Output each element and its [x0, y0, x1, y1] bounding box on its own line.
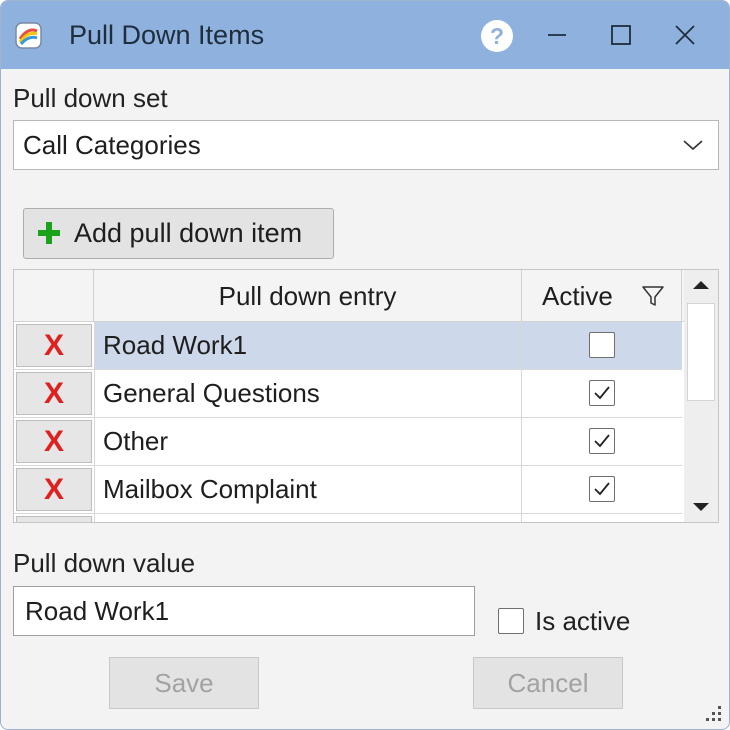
- window-title: Pull Down Items: [69, 20, 265, 50]
- resize-grip-icon[interactable]: [701, 701, 725, 725]
- active-cell: [522, 466, 682, 513]
- app-palette-icon: [15, 22, 42, 49]
- active-checkbox[interactable]: [589, 332, 615, 358]
- cancel-button[interactable]: Cancel: [473, 657, 623, 709]
- table-row-partial[interactable]: [14, 514, 682, 522]
- minimize-button[interactable]: [535, 15, 579, 55]
- pulldown-set-label: Pull down set: [13, 83, 168, 113]
- add-pull-down-item-button[interactable]: Add pull down item: [23, 208, 334, 259]
- table-row[interactable]: X Road Work1: [14, 322, 682, 370]
- active-cell: [522, 322, 682, 369]
- close-button[interactable]: [663, 15, 707, 55]
- delete-button-partial[interactable]: [16, 516, 92, 522]
- entry-cell[interactable]: General Questions: [94, 370, 522, 417]
- delete-x-icon[interactable]: X: [16, 468, 92, 511]
- table-row[interactable]: X General Questions: [14, 370, 682, 418]
- table-row[interactable]: X Mailbox Complaint: [14, 466, 682, 514]
- delete-x-icon[interactable]: X: [16, 420, 92, 463]
- active-checkbox[interactable]: [589, 380, 615, 406]
- table-row[interactable]: X Other: [14, 418, 682, 466]
- plus-icon: [38, 222, 60, 244]
- help-button[interactable]: ?: [481, 20, 513, 52]
- maximize-icon: [611, 25, 631, 45]
- entry-cell[interactable]: Mailbox Complaint: [94, 466, 522, 513]
- active-cell: [522, 418, 682, 465]
- filter-icon[interactable]: [641, 284, 665, 308]
- close-icon: [675, 25, 695, 45]
- title-bar[interactable]: Pull Down Items ?: [1, 1, 729, 69]
- scroll-up-icon[interactable]: [684, 270, 718, 300]
- pulldown-set-value: Call Categories: [23, 130, 201, 160]
- column-header-delete: [14, 270, 94, 322]
- active-checkbox[interactable]: [589, 428, 615, 454]
- active-cell: [522, 514, 682, 522]
- entry-cell[interactable]: [94, 514, 522, 522]
- active-checkbox[interactable]: [589, 476, 615, 502]
- entry-cell[interactable]: Other: [94, 418, 522, 465]
- add-pull-down-item-label: Add pull down item: [74, 218, 303, 248]
- is-active-label[interactable]: Is active: [535, 606, 630, 636]
- scroll-down-icon[interactable]: [684, 492, 718, 522]
- scrollbar-thumb[interactable]: [687, 303, 715, 401]
- active-cell: [522, 370, 682, 417]
- is-active-checkbox[interactable]: [498, 608, 524, 634]
- save-button[interactable]: Save: [109, 657, 259, 709]
- entry-cell[interactable]: Road Work1: [94, 322, 522, 369]
- column-header-entry[interactable]: Pull down entry: [94, 270, 522, 322]
- delete-x-icon[interactable]: X: [16, 372, 92, 415]
- pull-down-items-dialog: Pull Down Items ? Pull down set Call Cat…: [0, 0, 730, 730]
- checkmark-icon: [594, 386, 610, 400]
- pulldown-value-label: Pull down value: [13, 548, 196, 578]
- minimize-icon: [548, 34, 566, 36]
- checkmark-icon: [594, 434, 610, 448]
- pull-down-grid: Pull down entry Active X Road Work1 X Ge…: [13, 269, 719, 523]
- maximize-button[interactable]: [599, 15, 643, 55]
- grid-header: Pull down entry Active: [14, 270, 684, 322]
- chevron-down-icon: [683, 140, 703, 151]
- vertical-scrollbar[interactable]: [684, 270, 718, 522]
- checkmark-icon: [594, 482, 610, 496]
- delete-x-icon[interactable]: X: [16, 324, 92, 367]
- pulldown-value-input[interactable]: [13, 586, 475, 636]
- pulldown-set-select[interactable]: Call Categories: [13, 120, 719, 170]
